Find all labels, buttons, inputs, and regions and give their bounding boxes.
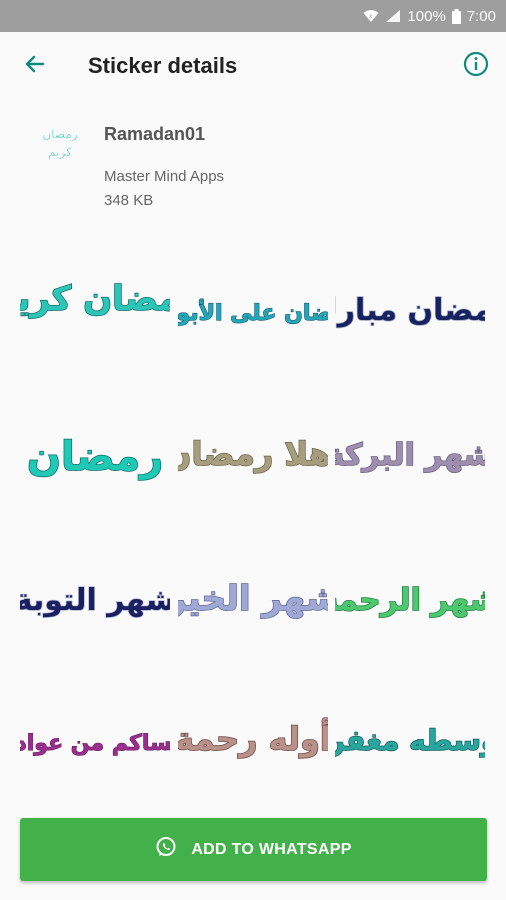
add-to-whatsapp-button[interactable]: ADD TO WHATSAPP [20,818,487,881]
sticker-text: شهر الخير [178,579,328,619]
sticker-item[interactable]: أوسطه مغفرة [330,675,490,815]
clock: 7:00 [466,7,496,25]
sticker-item[interactable]: عساكم من عواده [15,675,175,815]
arrow-left-icon [23,52,47,81]
status-bar: x 100% 7:00 [0,0,506,32]
whatsapp-icon [155,836,177,863]
pack-publisher: Master Mind Apps [104,168,225,185]
sticker-text: عساكم من عواده [20,731,170,756]
sticker-item[interactable]: شهر الخير [173,535,333,675]
sticker-item[interactable]: شهر البركة [330,390,490,530]
sticker-item[interactable]: رمضان كريم [15,250,175,390]
sticker-text: أهلا رمضان [178,433,328,473]
pack-name: Ramadan01 [104,124,206,144]
sticker-text: رمضان مبارك [335,293,485,328]
sticker-text: رمضان [27,434,163,480]
sticker-text: رمضان كريم [20,279,170,319]
add-button-label: ADD TO WHATSAPP [191,840,352,858]
sticker-item[interactable]: رمضان مبارك [330,250,490,390]
sticker-item[interactable]: أوله رحمة [173,675,333,815]
sticker-text: شهر التوبة [20,583,170,618]
svg-text:x: x [369,13,373,20]
pack-tray-icon: رمضان كريم [34,116,86,168]
sticker-text: رمضان على الأبواب [178,298,328,326]
info-icon [463,51,489,82]
back-button[interactable] [0,32,70,100]
battery-percent: 100% [407,7,446,25]
svg-text:كريم: كريم [48,145,72,160]
sticker-item[interactable]: رمضان [15,390,175,530]
sticker-text: أوسطه مغفرة [335,722,485,757]
sticker-text: أوله رحمة [178,718,328,758]
page-title: Sticker details [88,53,238,78]
sticker-item[interactable]: أهلا رمضان [173,390,333,530]
sticker-item[interactable]: شهر التوبة [15,535,175,675]
toolbar: Sticker details [0,32,506,100]
signal-icon [385,9,401,23]
sticker-item[interactable]: رمضان على الأبواب [173,250,333,390]
svg-text:رمضان: رمضان [42,127,77,142]
sticker-text: شهر البركة [335,438,485,473]
wifi-icon: x [363,9,379,23]
pack-header: رمضان كريم Ramadan01 Master Mind Apps 348… [0,100,506,230]
battery-icon [451,8,461,24]
sticker-grid: رمضان كريم رمضان على الأبواب رمضان مبارك… [0,240,506,815]
info-button[interactable] [446,32,506,100]
sticker-item[interactable]: شهر الرحمة [330,535,490,675]
sticker-text: شهر الرحمة [335,583,485,618]
pack-size: 348 KB [104,192,154,209]
